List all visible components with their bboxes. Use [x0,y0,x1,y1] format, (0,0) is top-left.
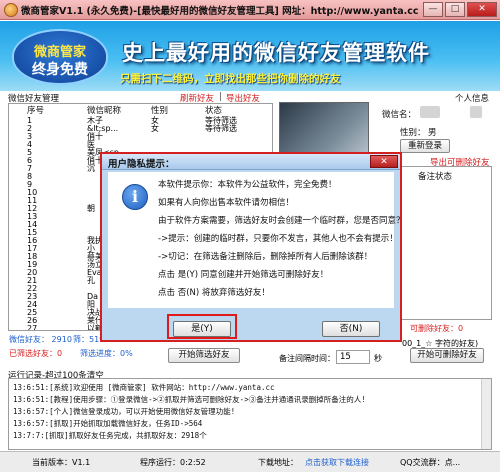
badge-subtitle: 终身免费 [32,62,88,78]
dialog-message-line: 本软件提示你：本软件为公益软件，完全免费！ [158,180,337,190]
link-separator: | [219,92,222,102]
log-line: 13:6:57:[个人]微信登录成功，可以开始使用微信好友管理功能! [13,407,236,416]
start-screening-button[interactable]: 开始筛选好友 [168,348,240,363]
log-scrollbar[interactable] [481,379,491,449]
close-button[interactable]: ✕ [467,2,497,17]
dialog-message-line: 如果有人向你出售本软件请勿相信！ [158,198,295,208]
runtime-text: 程序运行：0:2:52 [140,458,206,467]
info-icon: i [122,184,148,210]
gender-value: 男 [428,128,437,138]
column-header-no[interactable]: 序号 [27,104,44,116]
section-header-row: 微信好友管理 刷新好友 | 导出好友 个人信息 [0,92,500,104]
interval-unit: 秒 [374,354,382,363]
dialog-message-line: 由于软件方案需要，筛选好友时会创建一个临时群，您是否同意？ [158,216,405,226]
title-bar: 微商管家V1.1 (永久免费)-[最快最好用的微信好友管理工具] 网址：http… [0,0,500,20]
dialog-message-line: ->切记：在筛选备注删除后，删除掉所有人后删除该群！ [158,252,373,262]
friend-count-prefix: 微信好友： [9,335,49,344]
log-panel[interactable]: 13:6:51:[系统]欢迎使用 [微商管家] 软件网站：http://www.… [8,378,492,450]
log-line: 13:6:57:[抓取]开始抓取加载微信好友，任务ID->564 [13,419,203,428]
maximize-button[interactable]: □ [445,2,465,17]
interval-input[interactable]: 15 [336,350,370,364]
column-header-remark-status[interactable]: 备注状态 [418,170,452,182]
dialog-message-line: 点击 否(N) 将放弃筛选好友！ [158,288,270,298]
friend-count-value: 2910 [51,335,72,344]
dialog-message-line: 点击 是(Y) 同意创建并开始筛选可删除好友！ [158,270,329,280]
window-title: 微商管家V1.1 (永久免费)-[最快最好用的微信好友管理工具] 网址：http… [21,5,419,17]
dialog-title: 用户隐私提示： [108,159,175,170]
dialog-title-bar: 用户隐私提示： ✕ [102,154,400,170]
gender-label: 性别： [400,128,426,138]
badge-title: 微商管家 [33,45,86,60]
avatar [470,106,482,118]
app-logo-icon [4,2,18,17]
nickname-label: 微信名： [382,110,417,120]
minimize-button[interactable]: — [423,2,443,17]
qq-group-text: QQ交流群：点... [400,458,461,467]
column-header-gender[interactable]: 性别 [151,104,168,116]
screened-count: 已筛选好友：0 [9,349,63,358]
progress-label: 筛选进度：0% [80,349,133,358]
free-badge: 微商管家 终身免费 [12,29,108,85]
privacy-dialog: 用户隐私提示： ✕ i 本软件提示你：本软件为公益软件，完全免费！ 如果有人向你… [100,152,405,342]
dialog-close-button[interactable]: ✕ [370,155,398,168]
banner-slogan: 史上最好用的微信好友管理软件 [122,41,430,65]
version-text: 当前版本：V1.1 [32,458,91,467]
remark-deletable-button[interactable]: 开始可删除好友 [410,348,484,363]
status-bar: 当前版本：V1.1 程序运行：0:2:52 下载地址： 点击获取下载连接 QQ交… [0,451,500,472]
friend-count-label: 微信好友： 2910 [9,334,72,345]
dialog-body: i 本软件提示你：本软件为公益软件，完全免费！ 如果有人向你出售本软件请勿相信！… [108,172,405,308]
relogin-button[interactable]: 重新登录 [400,139,450,153]
banner-subslogan: 只需扫下二维码，立即找出那些把你删除的好友 [120,73,341,85]
table-cell-no: 27 [27,324,38,331]
banner: 微商管家 终身免费 史上最好用的微信好友管理软件 只需扫下二维码，立即找出那些把… [0,21,500,91]
dialog-message-line: ->提示：创建的临时群，只要你不发言，其他人也不会有提示！ [158,234,398,244]
column-header-status[interactable]: 状态 [205,104,222,116]
download-label: 下载地址： [258,458,298,467]
yes-button[interactable]: 是(Y) [173,321,231,337]
no-button[interactable]: 否(N) [322,321,380,337]
log-line: 13:6:51:[教程]使用步骤：①登录微信->②抓取并筛选可删除好友->③备注… [13,395,366,404]
nickname-value [420,106,440,118]
deletable-friends-table[interactable]: 备注状态 [397,166,492,320]
log-line: 13:6:51:[系统]欢迎使用 [微商管家] 软件网站：http://www.… [13,383,275,392]
profile-section-title: 个人信息 [455,94,490,104]
column-header-nickname[interactable]: 微信昵称 [87,104,121,116]
deletable-count: 可删除好友：0 [410,324,464,333]
log-line: 13:7:7:[抓取]抓取好友任务完成，共抓取好友：2918个 [13,431,207,440]
download-link[interactable]: 点击获取下载连接 [305,457,369,468]
interval-label: 备注间隔时间： [279,354,335,363]
